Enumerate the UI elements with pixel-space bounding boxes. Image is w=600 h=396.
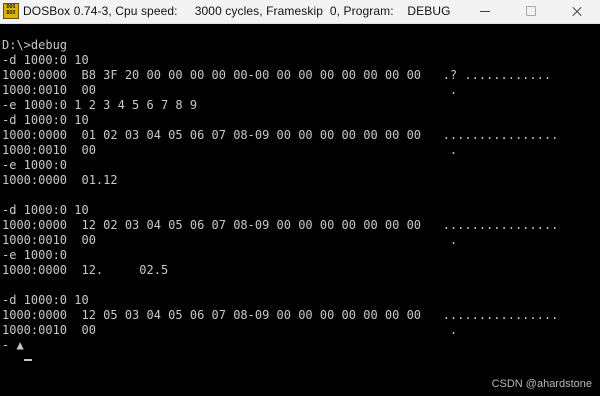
- window-title: DOSBox 0.74-3, Cpu speed: 3000 cycles, F…: [23, 4, 451, 18]
- terminal-line: 1000:0010 00 .: [2, 83, 458, 97]
- dos-terminal-screen[interactable]: D:\>debug -d 1000:0 10 1000:0000 B8 3F 2…: [0, 24, 600, 396]
- maximize-button[interactable]: [508, 0, 554, 23]
- terminal-line: 1000:0000 B8 3F 20 00 00 00 00 00-00 00 …: [2, 68, 552, 82]
- terminal-line: 1000:0010 00 .: [2, 233, 458, 247]
- terminal-line: 1000:0000 01.12: [2, 173, 118, 187]
- terminal-line: -e 1000:0: [2, 248, 68, 262]
- terminal-line: 1000:0000 12 05 03 04 05 06 07 08-09 00 …: [2, 308, 559, 322]
- terminal-line: -d 1000:0 10: [2, 203, 89, 217]
- terminal-prompt-line: - ▲: [2, 338, 24, 352]
- terminal-line: -e 1000:0 1 2 3 4 5 6 7 8 9: [2, 98, 198, 112]
- terminal-line: -d 1000:0 10: [2, 53, 89, 67]
- title-bar[interactable]: DOS BOX DOSBox 0.74-3, Cpu speed: 3000 c…: [0, 0, 600, 24]
- terminal-line: 1000:0000 12 02 03 04 05 06 07 08-09 00 …: [2, 218, 559, 232]
- terminal-line: 1000:0010 00 .: [2, 323, 458, 337]
- watermark: CSDN @ahardstone: [491, 378, 592, 390]
- terminal-line: 1000:0000 12. 02.5: [2, 263, 169, 277]
- dosbox-window: DOS BOX DOSBox 0.74-3, Cpu speed: 3000 c…: [0, 0, 600, 396]
- terminal-line: -d 1000:0 10: [2, 293, 89, 307]
- terminal-line: 1000:0000 01 02 03 04 05 06 07 08-09 00 …: [2, 128, 559, 142]
- dosbox-app-icon[interactable]: DOS BOX: [3, 3, 19, 19]
- terminal-line: -d 1000:0 10: [2, 113, 89, 127]
- close-button[interactable]: [554, 0, 600, 23]
- terminal-line: D:\>debug: [2, 38, 68, 52]
- minimize-button[interactable]: [462, 0, 508, 23]
- terminal-line: -e 1000:0: [2, 158, 68, 172]
- terminal-line: 1000:0010 00 .: [2, 143, 458, 157]
- text-cursor: [24, 359, 32, 361]
